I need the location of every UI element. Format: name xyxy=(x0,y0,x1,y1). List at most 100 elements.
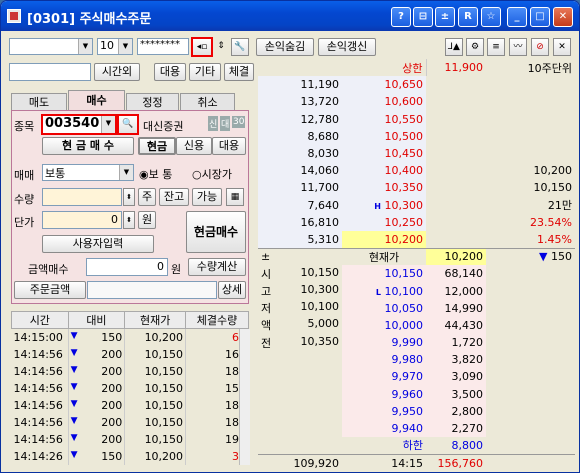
updown-arrows-icon[interactable]: ⇕ xyxy=(214,38,228,56)
detail-button[interactable]: 상세 xyxy=(218,281,246,299)
title-bar: [0301] 주식매수주문 ? ⊟ ± R ☆ _ □ ✕ xyxy=(1,1,579,31)
book-row: 액 5,000 10,000 44,430 xyxy=(258,316,575,334)
hide-pl-button[interactable]: 손익숨김 xyxy=(256,38,314,56)
tick-change: ▼ 200 xyxy=(68,430,126,448)
tab-modify[interactable]: 정정 xyxy=(126,93,179,111)
help-button[interactable]: ? xyxy=(391,7,411,27)
user-input-button[interactable]: 사용자입력 xyxy=(42,235,154,253)
balance-button[interactable]: 잔고 xyxy=(159,188,189,206)
cash-buy-label: 현 금 매 수 xyxy=(42,137,134,155)
col-change: 대비 xyxy=(67,311,126,329)
ask-info: 21만 xyxy=(547,199,572,213)
qty-calc-button[interactable]: 수량계산 xyxy=(188,258,246,276)
book-row: 9,940 2,270 xyxy=(258,419,575,438)
bid-price-cell: 10,000 xyxy=(342,316,426,334)
r-button[interactable]: R xyxy=(458,7,478,27)
account-name-field[interactable] xyxy=(9,63,91,81)
favorite-button[interactable]: ☆ xyxy=(481,7,501,27)
book-row: 9,950 2,800 xyxy=(258,402,575,420)
ohlc-cell: 액 5,000 xyxy=(261,317,339,333)
book-row: 상한 11,900 10주단위 xyxy=(258,59,575,77)
ask-price-cell: 8,030 10,450 xyxy=(342,144,426,163)
window-opt-button[interactable]: ⊟ xyxy=(413,7,433,27)
refresh-pl-button[interactable]: 손익갱신 xyxy=(318,38,376,56)
loan-button[interactable]: 대용 xyxy=(154,63,186,81)
radio-market[interactable]: ○시장가 xyxy=(192,166,232,182)
cash-buy-submit-button[interactable]: 현금매수 xyxy=(186,211,246,253)
tab-sell[interactable]: 매도 xyxy=(11,93,67,111)
loan-toggle[interactable]: 대용 xyxy=(212,137,246,155)
cash-toggle[interactable]: 현금 xyxy=(138,137,176,155)
password-keypad-icon[interactable]: ◂▫ xyxy=(191,37,213,57)
bid-price-cell: 10,050 xyxy=(342,299,426,317)
book-row: 7,6407,640H 10,300 21만 xyxy=(258,196,575,214)
book-row: 저 10,100 10,050 14,990 xyxy=(258,299,575,317)
bid-qty: 2,270 xyxy=(426,419,486,438)
close-button[interactable]: ✕ xyxy=(553,7,573,27)
search-icon[interactable]: 🔍 xyxy=(117,114,139,135)
ask-qty: 16,810 xyxy=(258,213,342,231)
table-row: 14:14:56 ▼ 200 10,150 180 xyxy=(11,413,249,431)
credit-toggle[interactable]: 신용 xyxy=(176,137,212,155)
down-arrow-icon: ▼ xyxy=(70,364,78,375)
tick-scrollbar[interactable] xyxy=(239,329,250,465)
chart-tool-icon[interactable]: ⅃▲ xyxy=(445,38,463,56)
ask-info xyxy=(486,111,575,128)
memo-icon[interactable]: ≡ xyxy=(487,38,505,56)
minimize-button[interactable]: _ xyxy=(507,7,527,27)
close-panel-icon[interactable]: ✕ xyxy=(553,38,571,56)
order-type-select[interactable]: 보통 ▼ xyxy=(42,164,134,181)
qty-spinner[interactable]: ⬍ xyxy=(123,188,135,206)
book-row: 하한 8,800 xyxy=(258,437,575,454)
tab-cancel[interactable]: 취소 xyxy=(180,93,235,111)
qty-input[interactable] xyxy=(42,188,122,206)
ask-qty: 13,720 xyxy=(258,93,342,111)
available-button[interactable]: 가능 xyxy=(192,188,222,206)
stock-code-input[interactable]: 003540 ▼ xyxy=(41,114,117,135)
book-row: 11,70011,700 10,350 10,150 xyxy=(258,179,575,197)
upper-limit-price: 11,900 xyxy=(444,61,484,75)
maximize-button[interactable]: □ xyxy=(530,7,550,27)
qty-unit-select[interactable]: 10 ▼ xyxy=(97,38,133,55)
chevron-down-icon: ▼ xyxy=(78,39,92,54)
ask-price: 10,550 xyxy=(384,112,424,126)
expand-icon[interactable]: ± xyxy=(261,250,270,263)
link-button[interactable]: ± xyxy=(435,7,455,27)
ohlc-cell: 저 10,100 xyxy=(261,300,339,316)
amount-input[interactable]: 0 xyxy=(86,258,168,276)
other-button[interactable]: 기타 xyxy=(189,63,221,81)
tick-time: 14:14:56 xyxy=(11,413,69,431)
account-select[interactable]: ▼ xyxy=(9,38,93,55)
line-chart-icon[interactable]: 〰 xyxy=(509,38,527,56)
tick-time: 14:14:26 xyxy=(11,447,69,465)
ask-price: 10,350 xyxy=(384,181,424,195)
tick-change: ▼ 200 xyxy=(68,362,126,380)
after-hours-button[interactable]: 시간외 xyxy=(94,63,140,81)
ask-price: 10,250 xyxy=(384,215,424,229)
tick-change: ▼ 200 xyxy=(68,396,126,414)
ask-qty: 14,060 xyxy=(258,162,342,180)
price-spinner[interactable]: ⬍ xyxy=(123,211,135,229)
no-alarm-icon[interactable]: ⊘ xyxy=(531,38,549,56)
bid-qty: 1,720 xyxy=(426,334,486,352)
radio-normal[interactable]: ◉보 통 xyxy=(139,166,172,182)
bid-qty: 14,990 xyxy=(426,299,486,317)
type-label: 매매 xyxy=(14,169,35,182)
order-amount-field xyxy=(87,281,217,299)
conclude-button[interactable]: 체결 xyxy=(224,63,254,81)
wrench-icon[interactable]: 🔧 xyxy=(231,38,249,56)
share-button[interactable]: 주 xyxy=(138,188,156,206)
tick-change: ▼ 200 xyxy=(68,413,126,431)
ask-price: 10,650 xyxy=(384,78,424,92)
price-input[interactable]: 0 xyxy=(42,211,122,229)
calculator-icon[interactable]: ▦ xyxy=(226,188,244,206)
password-field[interactable]: ******** xyxy=(137,38,189,55)
tick-price: 10,150 xyxy=(124,413,187,431)
won-button[interactable]: 원 xyxy=(138,211,156,229)
settings-icon[interactable]: ⚙ xyxy=(466,38,484,56)
bid-price-cell: 9,990 xyxy=(342,334,426,352)
ask-price: 10,400 xyxy=(384,164,424,178)
ask-price-cell: 11,700 10,350 xyxy=(342,179,426,197)
ask-price: 10,500 xyxy=(384,129,424,143)
tab-buy[interactable]: 매수 xyxy=(68,90,125,111)
